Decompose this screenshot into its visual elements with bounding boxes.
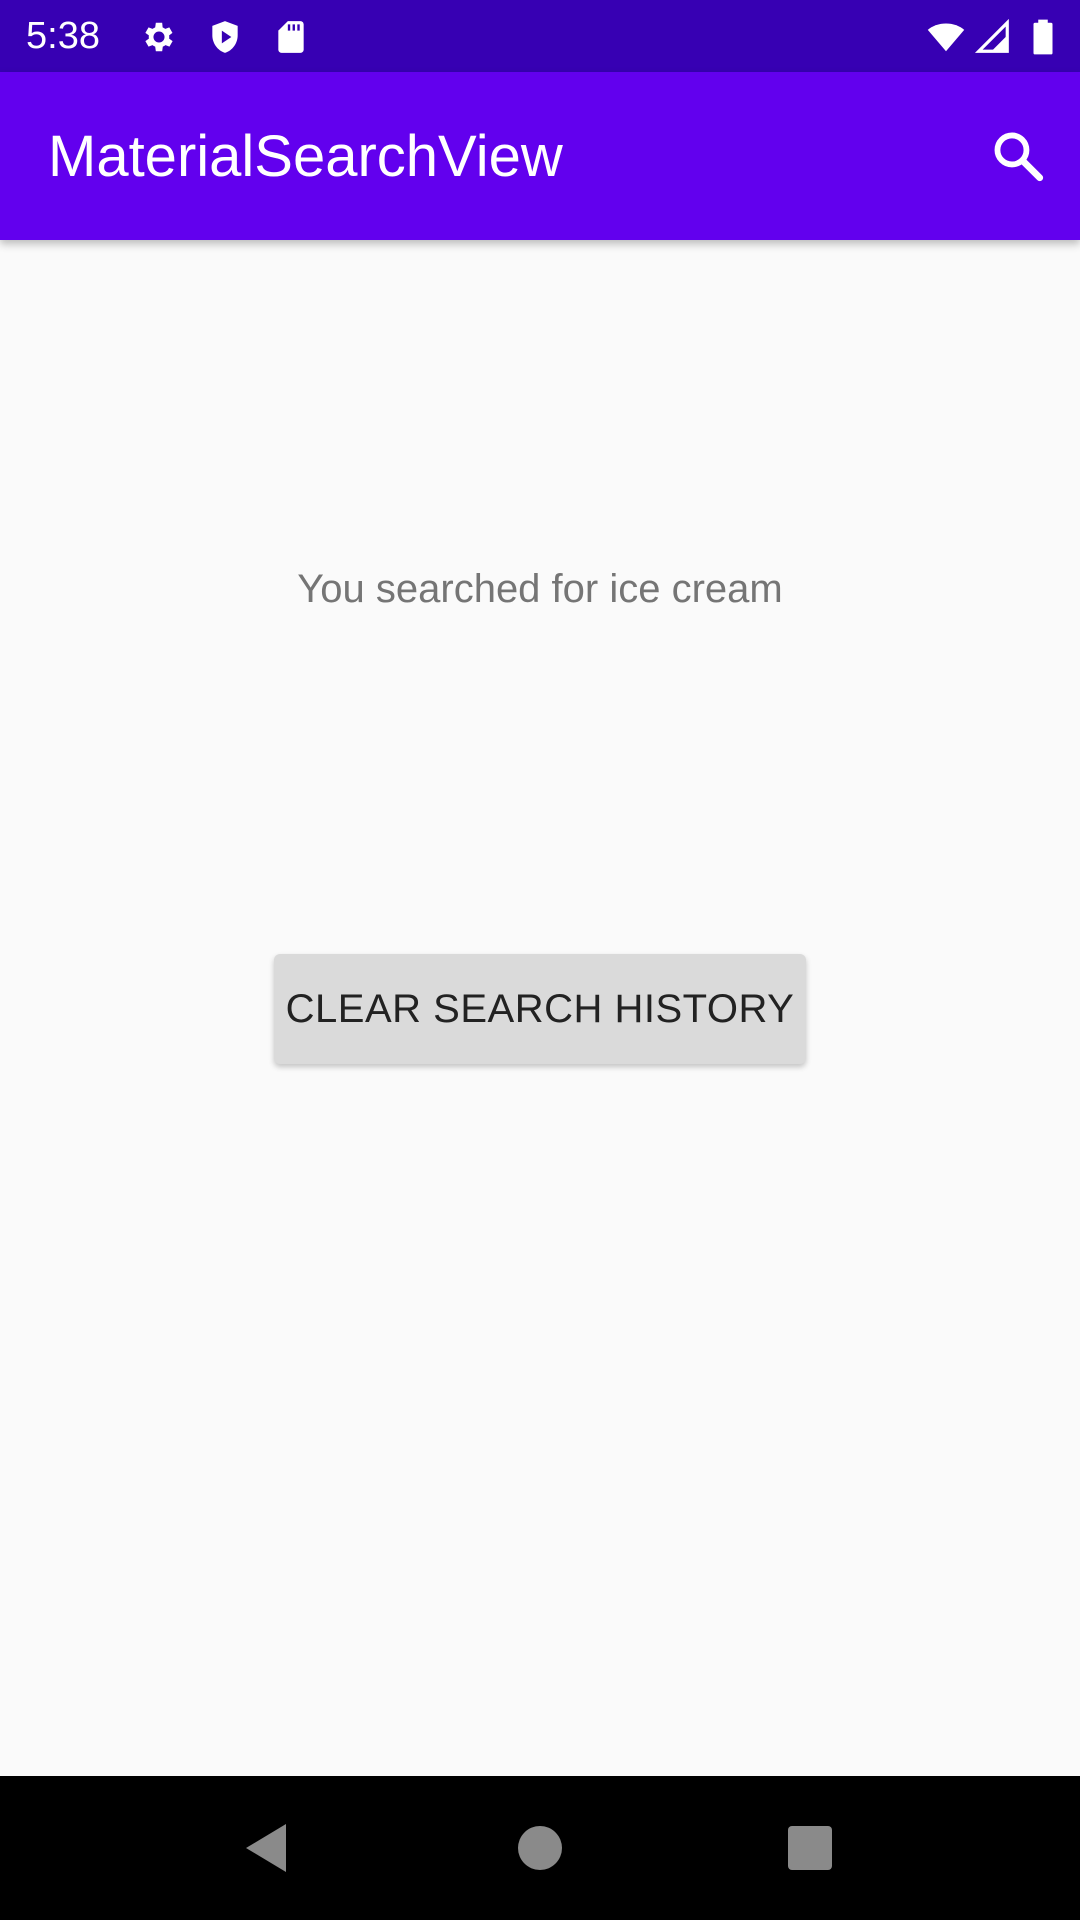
screen: 5:38 MaterialSearchView You searched for… xyxy=(0,0,1080,1920)
status-bar: 5:38 xyxy=(0,0,1080,72)
back-icon xyxy=(246,1824,286,1872)
settings-icon xyxy=(140,18,178,56)
wifi-icon xyxy=(924,18,968,56)
search-result-text: You searched for ice cream xyxy=(297,567,783,611)
navigation-bar xyxy=(0,1776,1080,1920)
app-title: MaterialSearchView xyxy=(48,124,563,189)
search-button[interactable] xyxy=(978,116,1058,196)
shield-play-icon xyxy=(206,18,244,56)
signal-icon xyxy=(974,18,1012,56)
app-bar: MaterialSearchView xyxy=(0,72,1080,240)
recents-button[interactable] xyxy=(774,1812,846,1884)
sd-card-icon xyxy=(272,18,310,56)
status-time: 5:38 xyxy=(26,15,100,57)
home-button[interactable] xyxy=(504,1812,576,1884)
recents-icon xyxy=(788,1826,832,1870)
clear-search-history-button[interactable]: CLEAR SEARCH HISTORY xyxy=(274,954,806,1064)
back-button[interactable] xyxy=(230,1812,302,1884)
battery-icon xyxy=(1030,18,1056,56)
home-icon xyxy=(518,1826,562,1870)
search-icon xyxy=(994,132,1044,182)
